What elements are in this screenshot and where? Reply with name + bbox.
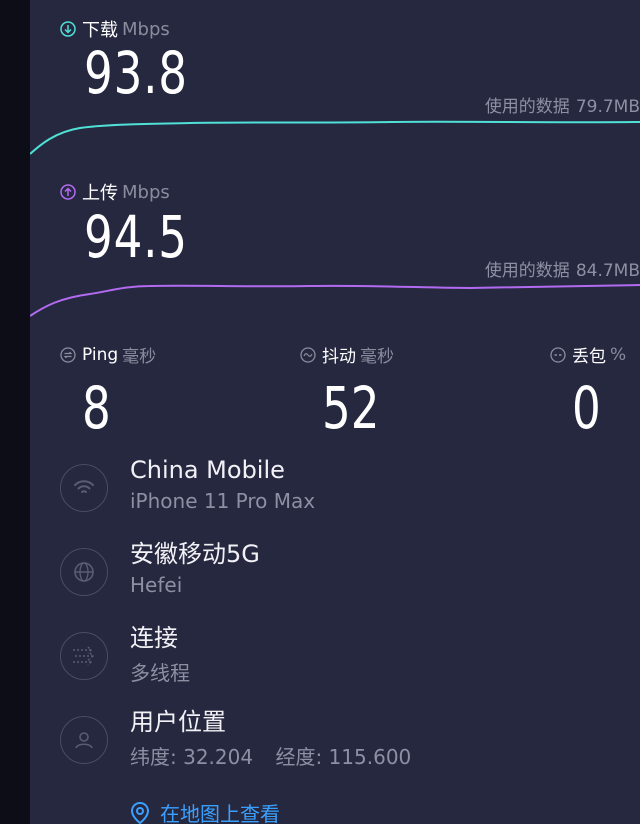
view-on-map-label[interactable]: 在地图上查看 [160, 798, 280, 824]
globe-icon [74, 562, 94, 582]
upload-value: 94.5 [84, 203, 188, 271]
map-pin-icon [130, 801, 150, 824]
upload-arrow-icon [60, 184, 76, 200]
server-name: 安徽移动5G [130, 540, 260, 568]
jitter-icon [300, 346, 316, 363]
packet-loss-label: 丢包 [572, 347, 606, 367]
packet-loss-icon [550, 346, 566, 363]
longitude-label: 经度: [275, 744, 323, 769]
packet-loss-unit: % [610, 344, 627, 365]
ping-icon [60, 346, 76, 363]
download-value: 93.8 [84, 39, 188, 107]
jitter-unit: 毫秒 [360, 347, 394, 367]
upload-unit: Mbps [122, 181, 170, 203]
packet-loss-stat: 丢包 % 0 [550, 342, 626, 437]
provider-name: China Mobile [130, 456, 285, 484]
jitter-value: 52 [322, 374, 380, 442]
device-name: iPhone 11 Pro Max [130, 488, 316, 513]
coordinates: 纬度: 32.204 经度: 115.600 [130, 741, 411, 770]
ping-unit: 毫秒 [122, 347, 157, 367]
user-icon-circle [60, 716, 108, 764]
connection-title: 连接 [130, 624, 178, 652]
user-location-row: 用户位置 纬度: 32.204 经度: 115.600 [60, 708, 411, 770]
multi-thread-icon [73, 646, 95, 666]
download-speed-graph [30, 120, 640, 155]
longitude-value: 115.600 [328, 744, 412, 769]
upload-header: 上传 Mbps [60, 179, 170, 205]
latitude-value: 32.204 [183, 744, 254, 769]
ping-label: Ping [82, 344, 119, 365]
server-row: 安徽移动5G Hefei [60, 540, 260, 597]
jitter-label: 抖动 [322, 347, 356, 367]
upload-speed-graph [30, 284, 640, 317]
provider-icon-circle [60, 464, 108, 512]
wifi-icon [74, 480, 94, 493]
user-icon [75, 732, 93, 749]
server-city: Hefei [130, 572, 183, 597]
view-on-map-link[interactable]: 在地图上查看 [130, 798, 280, 824]
left-edge-strip [0, 0, 30, 824]
results-panel: 下载 Mbps 93.8 使用的数据 79.7MB 上传 Mbps 94.5 使用… [30, 0, 640, 824]
connection-icon-circle [60, 632, 108, 680]
download-unit: Mbps [122, 18, 170, 40]
server-icon-circle [60, 548, 108, 596]
provider-row: China Mobile iPhone 11 Pro Max [60, 456, 315, 513]
packet-loss-value: 0 [572, 374, 601, 442]
connection-mode: 多线程 [130, 660, 190, 685]
latitude-label: 纬度: [130, 744, 177, 769]
download-arrow-icon [60, 21, 76, 37]
ping-value: 8 [82, 374, 111, 442]
upload-label: 上传 [82, 183, 118, 204]
connection-row: 连接 多线程 [60, 624, 190, 686]
ping-stat: Ping 毫秒 8 [60, 342, 156, 437]
jitter-stat: 抖动 毫秒 52 [300, 342, 396, 437]
user-location-title: 用户位置 [130, 708, 226, 736]
